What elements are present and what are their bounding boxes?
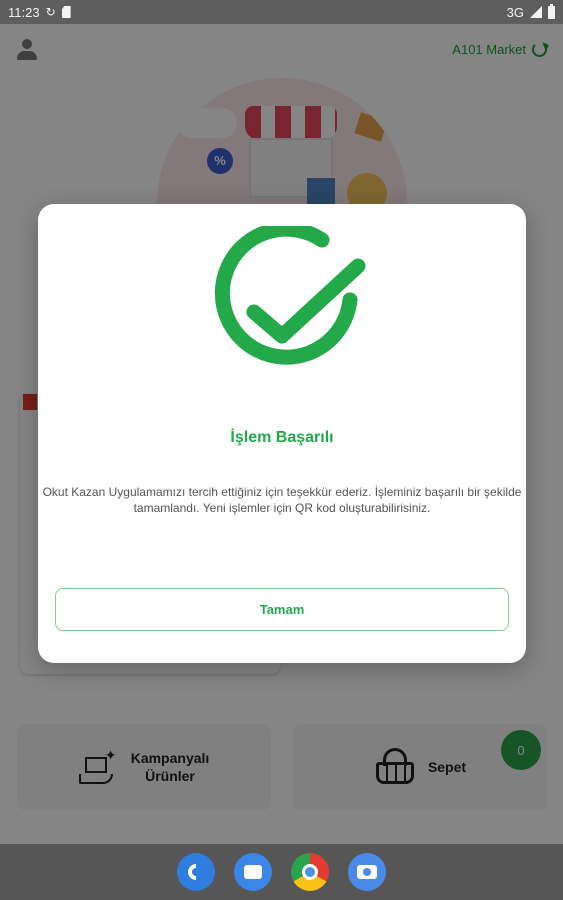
dialog-title: İşlem Başarılı bbox=[230, 429, 334, 446]
success-dialog: İşlem Başarılı Okut Kazan Uygulamamızı t… bbox=[38, 204, 526, 663]
success-check-icon bbox=[214, 226, 366, 365]
status-bar: 11:23 ↻ 3G bbox=[0, 0, 563, 24]
ok-button[interactable]: Tamam bbox=[55, 588, 509, 631]
sync-icon: ↻ bbox=[45, 5, 56, 19]
sim-card-icon bbox=[61, 6, 71, 18]
dialog-message: Okut Kazan Uygulamamızı tercih ettiğiniz… bbox=[42, 485, 522, 515]
camera-icon[interactable] bbox=[348, 853, 386, 891]
messages-icon[interactable] bbox=[234, 853, 272, 891]
dock bbox=[0, 844, 563, 900]
chrome-icon[interactable] bbox=[291, 853, 329, 891]
phone-icon[interactable] bbox=[177, 853, 215, 891]
status-time: 11:23 bbox=[8, 4, 40, 20]
signal-icon bbox=[530, 6, 542, 18]
network-type: 3G bbox=[506, 4, 524, 20]
battery-icon bbox=[548, 3, 555, 19]
